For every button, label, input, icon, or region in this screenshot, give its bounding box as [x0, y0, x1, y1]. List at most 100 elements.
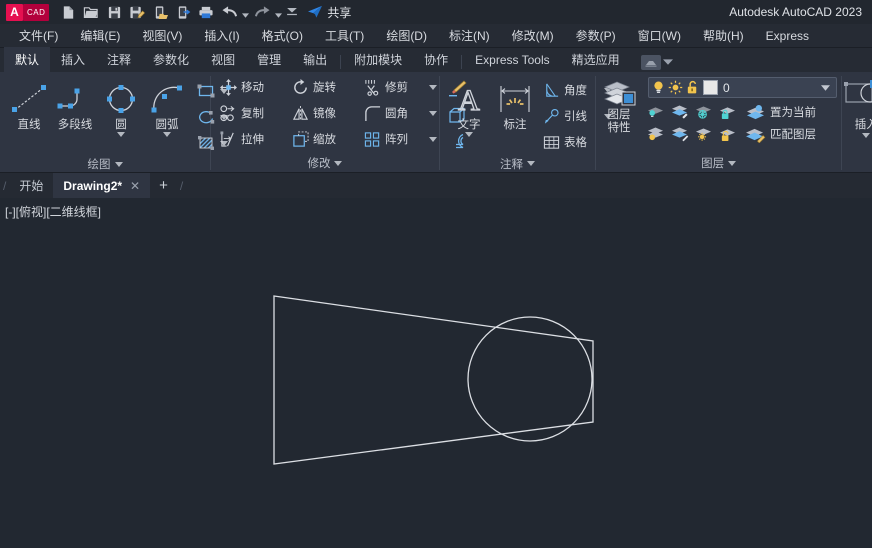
layer-freeze-sun-icon: [668, 80, 683, 95]
panel-layer-title-row[interactable]: 图层: [596, 154, 841, 172]
dimension-icon: [495, 80, 535, 116]
panel-annotation-title-row[interactable]: 注释: [440, 155, 595, 172]
draw-circle-button[interactable]: 圆: [98, 76, 144, 137]
export-icon[interactable]: [149, 2, 171, 23]
draw-arc-button[interactable]: 圆弧: [144, 76, 190, 137]
panel-draw-title-row[interactable]: 绘图: [0, 156, 210, 172]
doc-tab-start[interactable]: 开始: [9, 173, 53, 198]
annotation-angular-label: 角度: [563, 85, 587, 97]
share-button[interactable]: 共享: [307, 4, 351, 21]
menu-item-5[interactable]: 工具(T): [314, 24, 375, 48]
undo-icon[interactable]: [218, 2, 240, 23]
layer-off-icon[interactable]: [716, 104, 740, 120]
ribbon-tab-2[interactable]: 注释: [96, 49, 142, 72]
new-tab-button[interactable]: +: [150, 173, 177, 198]
ribbon-tab-10[interactable]: 精选应用: [561, 49, 631, 72]
insert-block-button[interactable]: 插入: [844, 76, 872, 138]
layer-isolate-icon[interactable]: [644, 104, 668, 120]
annotation-text-button[interactable]: A 文字: [446, 76, 492, 137]
panel-modify-title: 修改: [307, 158, 331, 170]
menu-item-0[interactable]: 文件(F): [8, 24, 69, 48]
layer-properties-label-2: 特性: [607, 122, 631, 134]
redo-dropdown-icon[interactable]: [274, 2, 283, 23]
ribbon-tab-6[interactable]: 输出: [292, 49, 338, 72]
table-icon: [543, 135, 560, 149]
customize-qat-icon[interactable]: [284, 2, 300, 23]
fillet-icon: [365, 105, 381, 121]
menu-item-8[interactable]: 修改(M): [501, 24, 565, 48]
menu-item-7[interactable]: 标注(N): [438, 24, 501, 48]
chevron-down-icon[interactable]: [464, 132, 473, 137]
layer-lock-icon[interactable]: [716, 126, 740, 142]
ribbon-tab-8[interactable]: 协作: [413, 49, 459, 72]
modify-mirror-button[interactable]: 镜像: [289, 100, 359, 126]
current-layer-combo[interactable]: 0: [647, 77, 838, 98]
ribbon-tab-0[interactable]: 默认: [4, 47, 51, 72]
new-file-icon[interactable]: [57, 2, 79, 23]
close-icon[interactable]: ✕: [130, 179, 140, 193]
menu-item-4[interactable]: 格式(O): [251, 24, 314, 48]
layer-merge-icon[interactable]: [668, 126, 692, 142]
menu-item-9[interactable]: 参数(P): [565, 24, 627, 48]
modify-stretch-button[interactable]: 拉伸: [217, 126, 287, 152]
menu-item-1[interactable]: 编辑(E): [69, 24, 131, 48]
modify-scale-button[interactable]: 缩放: [289, 126, 359, 152]
modify-rotate-button[interactable]: 旋转: [289, 74, 359, 100]
modify-array-button[interactable]: 阵列: [361, 126, 427, 152]
modify-trim-button[interactable]: 修剪: [361, 74, 427, 100]
annotation-leader-button[interactable]: 引线: [540, 103, 602, 129]
draw-polyline-button[interactable]: 多段线: [52, 76, 98, 131]
app-logo[interactable]: A CAD: [6, 3, 50, 21]
modify-move-button[interactable]: 移动: [217, 74, 287, 100]
chevron-down-icon[interactable]: [862, 133, 871, 138]
menu-item-2[interactable]: 视图(V): [131, 24, 193, 48]
redo-icon[interactable]: [251, 2, 273, 23]
menu-item-10[interactable]: 窗口(W): [627, 24, 692, 48]
print-icon[interactable]: [195, 2, 217, 23]
chevron-down-icon[interactable]: [163, 132, 171, 137]
save-as-icon[interactable]: [126, 2, 148, 23]
layer-properties-button[interactable]: 图层 特性: [596, 72, 642, 145]
annotation-dimension-button[interactable]: 标注: [492, 76, 538, 131]
ribbon-tab-9[interactable]: Express Tools: [464, 49, 560, 72]
layer-on-all-icon[interactable]: [644, 126, 668, 142]
menu-item-6[interactable]: 绘图(D): [375, 24, 438, 48]
circle-shape[interactable]: [467, 316, 593, 442]
panel-modify-title-row[interactable]: 修改: [211, 154, 439, 172]
move-icon: [219, 78, 237, 96]
layer-unisolate-icon[interactable]: [668, 104, 692, 120]
layer-color-swatch[interactable]: [702, 80, 718, 95]
ribbon-tab-4[interactable]: 视图: [200, 49, 246, 72]
ribbon-tab-1[interactable]: 插入: [50, 49, 96, 72]
ribbon-options-chevron-icon[interactable]: [662, 59, 673, 66]
doc-tab-drawing2[interactable]: Drawing2* ✕: [53, 173, 151, 198]
workspace-icon[interactable]: [640, 55, 661, 70]
undo-dropdown-icon[interactable]: [241, 2, 250, 23]
chevron-down-icon[interactable]: [821, 84, 834, 91]
chevron-down-icon[interactable]: [117, 132, 125, 137]
draw-line-label: 直线: [17, 119, 41, 131]
panel-annotation-title: 注释: [499, 158, 523, 171]
modify-mirror-label: 镜像: [312, 108, 336, 120]
menu-item-12[interactable]: Express: [755, 24, 820, 48]
annotation-table-button[interactable]: 表格: [540, 129, 602, 155]
menu-item-3[interactable]: 插入(I): [193, 24, 250, 48]
ribbon-tab-7[interactable]: 附加模块: [343, 49, 413, 72]
draw-line-button[interactable]: 直线: [6, 76, 52, 131]
plus-icon: +: [159, 177, 168, 194]
match-layer-button[interactable]: 匹配图层: [742, 121, 819, 147]
modify-move-label: 移动: [240, 82, 264, 94]
stretch-icon: [220, 130, 234, 147]
layer-thaw-icon[interactable]: [692, 126, 716, 142]
open-file-icon[interactable]: [80, 2, 102, 23]
modify-fillet-button[interactable]: 圆角: [361, 100, 427, 126]
cloud-open-icon[interactable]: [172, 2, 194, 23]
annotation-angular-button[interactable]: 角度: [540, 77, 602, 103]
save-icon[interactable]: [103, 2, 125, 23]
drawing-canvas[interactable]: [-][俯视][二维线框]: [0, 198, 872, 548]
ribbon-tab-3[interactable]: 参数化: [142, 49, 200, 72]
menu-item-11[interactable]: 帮助(H): [692, 24, 755, 48]
ribbon-tab-5[interactable]: 管理: [246, 49, 292, 72]
modify-copy-button[interactable]: 复制: [217, 100, 287, 126]
layer-freeze-icon[interactable]: [692, 104, 716, 120]
